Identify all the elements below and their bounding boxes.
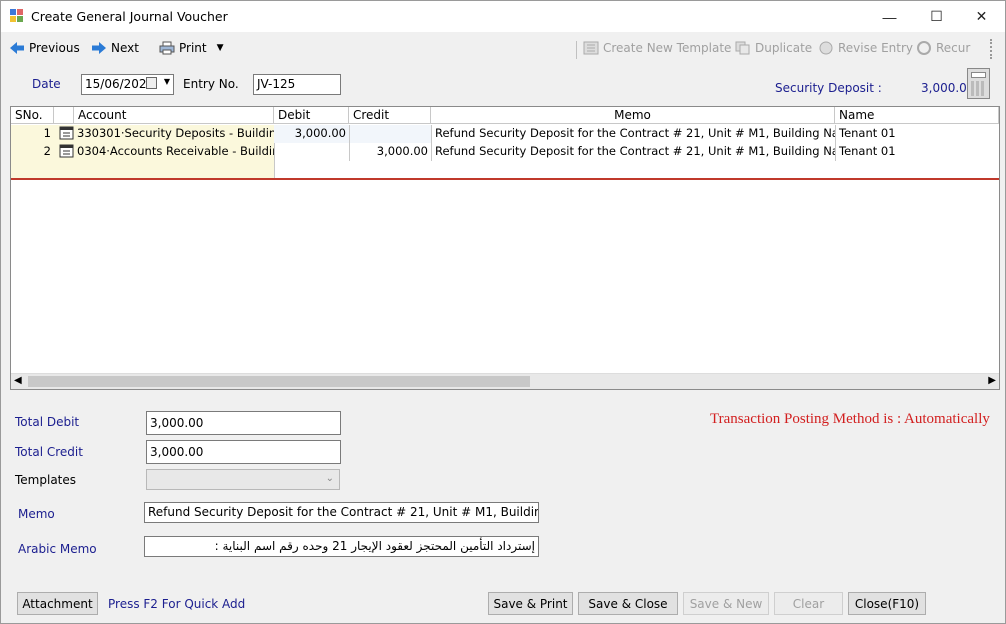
window-title: Create General Journal Voucher (31, 9, 228, 24)
duplicate-icon (735, 41, 750, 55)
create-template-label: Create New Template (603, 41, 732, 55)
scroll-right-icon[interactable]: ▶ (988, 375, 996, 386)
total-credit-label: Total Credit (15, 445, 83, 459)
chevron-down-icon[interactable]: ⌄ (326, 473, 334, 484)
entry-no-label: Entry No. (183, 77, 239, 91)
maximize-button[interactable]: ☐ (914, 1, 959, 32)
lookup-icon[interactable] (56, 125, 74, 143)
row-account[interactable]: 0304·Accounts Receivable - Buildings (74, 143, 274, 161)
column-header-sno[interactable]: SNo. (11, 107, 54, 124)
previous-button[interactable]: Previous (9, 41, 80, 55)
save-close-button[interactable]: Save & Close (578, 592, 678, 615)
memo-label: Memo (18, 507, 55, 521)
arrow-left-icon (10, 42, 24, 54)
next-button[interactable]: Next (91, 41, 139, 55)
scrollbar-thumb[interactable] (28, 376, 530, 387)
templates-label: Templates (15, 473, 77, 487)
next-label: Next (111, 41, 139, 55)
close-icon: ✕ (975, 8, 988, 24)
grid-total-separator (11, 178, 999, 180)
save-print-button[interactable]: Save & Print (488, 592, 573, 615)
revise-entry-label: Revise Entry (838, 41, 913, 55)
recur-icon (917, 41, 931, 55)
close-button[interactable]: Close(F10) (848, 592, 926, 615)
security-deposit-label: Security Deposit : (775, 81, 882, 95)
arabic-memo-field[interactable]: إسترداد التأمين المحتجز لعقود الإيجار 21… (144, 536, 539, 557)
row-memo[interactable]: Refund Security Deposit for the Contract… (432, 125, 835, 143)
template-icon (583, 41, 599, 55)
lookup-icon[interactable] (56, 143, 74, 161)
templates-dropdown[interactable]: ⌄ (146, 469, 340, 490)
toolbar-overflow-grip[interactable] (990, 39, 993, 59)
save-new-button[interactable]: Save & New (683, 592, 769, 615)
chevron-down-icon[interactable]: ▼ (164, 77, 170, 86)
total-credit-value: 3,000.00 (150, 445, 204, 459)
scroll-left-icon[interactable]: ◀ (14, 375, 22, 386)
row-name[interactable]: Tenant 01 (836, 143, 999, 161)
memo-field[interactable]: Refund Security Deposit for the Contract… (144, 502, 539, 523)
calendar-icon[interactable] (146, 77, 157, 89)
arabic-memo-value: إسترداد التأمين المحتجز لعقود الإيجار 21… (214, 539, 535, 553)
toolbar: Previous Next Print ▼ Create New Templat… (1, 33, 1005, 65)
column-header-credit[interactable]: Credit (349, 107, 431, 124)
entry-no-value: JV-125 (257, 77, 296, 91)
column-header-memo[interactable]: Memo (431, 107, 835, 124)
total-debit-value: 3,000.00 (150, 416, 204, 430)
grid-header: SNo. Account Debit Credit Memo Name (11, 107, 999, 124)
journal-voucher-window: Create General Journal Voucher — ☐ ✕ Pre… (0, 0, 1006, 624)
journal-lines-grid: SNo. Account Debit Credit Memo Name 1 33… (10, 106, 1000, 390)
print-button[interactable]: Print ▼ (159, 41, 224, 55)
recur-button[interactable]: Recur (916, 41, 970, 55)
posting-method-notice: Transaction Posting Method is : Automati… (710, 411, 990, 427)
table-row[interactable]: 1 330301·Security Deposits - Building 1 … (11, 125, 999, 143)
total-credit-field: 3,000.00 (146, 440, 341, 464)
quick-add-hint: Press F2 For Quick Add (108, 597, 246, 611)
row-debit[interactable]: 3,000.00 (274, 125, 349, 143)
memo-value: Refund Security Deposit for the Contract… (148, 505, 538, 519)
minimize-button[interactable]: — (867, 1, 912, 32)
clear-button[interactable]: Clear (774, 592, 843, 615)
total-debit-field: 3,000.00 (146, 411, 341, 435)
duplicate-button[interactable]: Duplicate (735, 41, 812, 55)
revise-entry-button[interactable]: Revise Entry (818, 41, 913, 55)
column-header-account[interactable]: Account (74, 107, 274, 124)
chevron-down-icon[interactable]: ▼ (217, 43, 224, 53)
app-icon (10, 9, 24, 23)
recur-label: Recur (936, 41, 971, 55)
table-row[interactable]: 2 0304·Accounts Receivable - Buildings 3… (11, 143, 999, 161)
horizontal-scrollbar[interactable]: ◀ ▶ (11, 373, 999, 389)
title-bar: Create General Journal Voucher — ☐ ✕ (1, 1, 1005, 32)
row-sno: 1 (43, 126, 51, 140)
arabic-memo-label: Arabic Memo (18, 542, 97, 556)
row-name[interactable]: Tenant 01 (836, 125, 999, 143)
row-account[interactable]: 330301·Security Deposits - Building 1 (74, 125, 274, 143)
entry-no-field[interactable]: JV-125 (253, 74, 341, 95)
print-label: Print (179, 41, 207, 55)
duplicate-label: Duplicate (755, 41, 813, 55)
calculator-icon[interactable] (967, 68, 990, 99)
minimize-icon: — (882, 8, 897, 25)
printer-icon (159, 41, 175, 55)
row-credit[interactable]: 3,000.00 (350, 143, 431, 161)
date-value: 15/06/2022 (85, 77, 155, 91)
close-window-button[interactable]: ✕ (959, 1, 1004, 32)
total-debit-label: Total Debit (15, 415, 80, 429)
column-header-name[interactable]: Name (835, 107, 999, 124)
row-sno: 2 (43, 144, 51, 158)
row-credit[interactable] (350, 125, 431, 143)
maximize-icon: ☐ (930, 8, 943, 24)
column-header-debit[interactable]: Debit (274, 107, 349, 124)
arrow-right-icon (92, 42, 106, 54)
revise-icon (819, 41, 833, 55)
row-memo[interactable]: Refund Security Deposit for the Contract… (432, 143, 835, 161)
previous-label: Previous (29, 41, 80, 55)
create-template-button[interactable]: Create New Template (583, 41, 731, 55)
column-header-icon[interactable] (54, 107, 74, 124)
row-debit[interactable] (274, 143, 349, 161)
date-picker[interactable]: 15/06/2022 ▼ (81, 74, 174, 95)
toolbar-divider (576, 41, 577, 59)
attachment-button[interactable]: Attachment (17, 592, 98, 615)
date-label: Date (32, 77, 61, 91)
